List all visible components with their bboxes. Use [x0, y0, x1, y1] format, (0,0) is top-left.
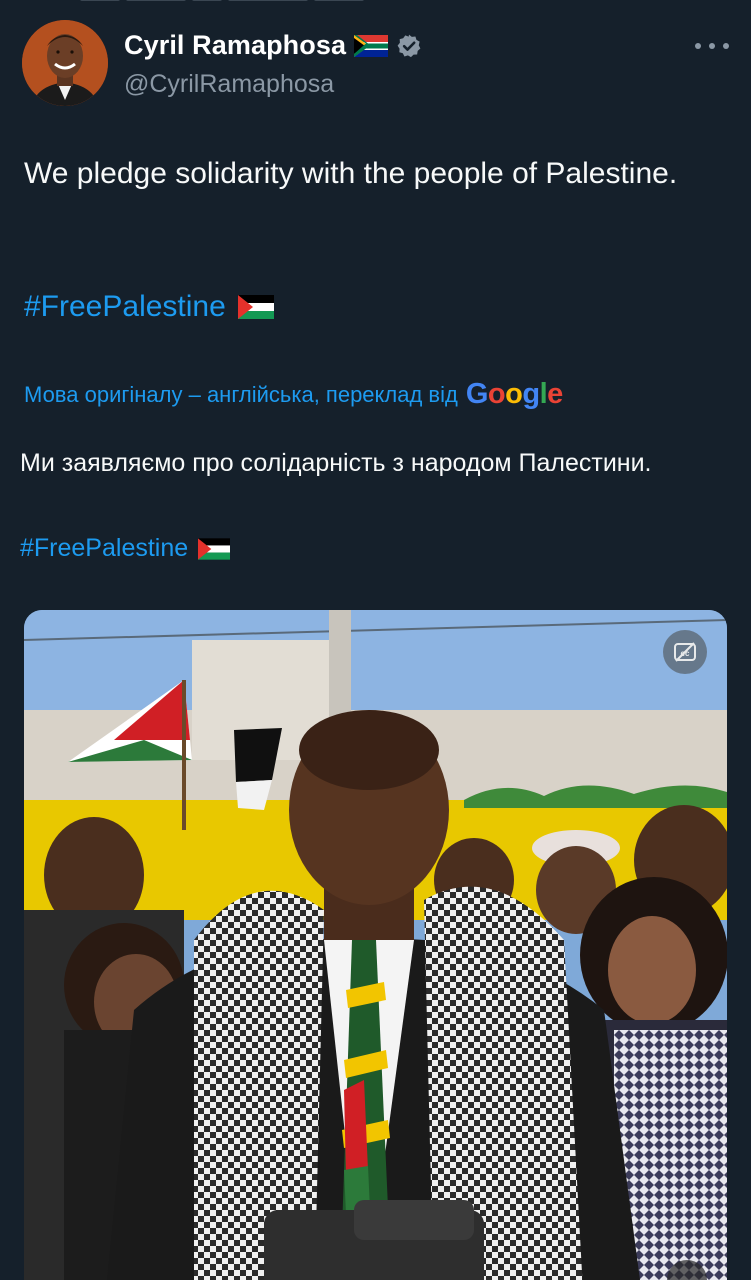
hashtag-link[interactable]: #FreePalestine	[24, 290, 226, 324]
verified-badge-icon	[397, 34, 421, 57]
dot	[709, 43, 715, 49]
tweet-text: We pledge solidarity with the people of …	[24, 157, 678, 190]
dot	[695, 43, 701, 49]
previous-content-fragment	[80, 0, 500, 4]
google-logo: Google	[465, 378, 563, 410]
author-name-row[interactable]: Cyril Ramaphosa	[124, 30, 422, 61]
tweet-header: Cyril Ramaphosa @CyrilRamaphosa	[22, 20, 729, 106]
translation-notice[interactable]: Мова оригіналу – англійська, переклад ві…	[24, 380, 563, 409]
author-display-name[interactable]: Cyril Ramaphosa	[124, 30, 346, 61]
translated-hashtag-link[interactable]: #FreePalestine	[20, 534, 188, 563]
south-africa-flag-icon	[354, 34, 389, 57]
translated-hashtag-line: #FreePalestine	[20, 534, 231, 563]
captions-off-icon[interactable]: cc	[663, 630, 707, 674]
translated-text: Ми заявляємо про солідарність з народом …	[20, 449, 652, 477]
author-handle[interactable]: @CyrilRamaphosa	[124, 70, 334, 99]
video-player[interactable]: cc	[24, 610, 727, 1280]
video-frame	[24, 610, 727, 1280]
dot	[723, 43, 729, 49]
translation-notice-text[interactable]: Мова оригіналу – англійська, переклад ві…	[24, 382, 458, 408]
tweet-detail-page: Cyril Ramaphosa @CyrilRamaphosa We pledg…	[0, 0, 751, 1280]
more-options-icon[interactable]	[695, 34, 729, 58]
avatar[interactable]	[22, 20, 108, 106]
palestine-flag-icon	[237, 295, 274, 319]
hashtag-line: #FreePalestine	[24, 290, 274, 324]
palestine-flag-icon	[198, 537, 231, 560]
